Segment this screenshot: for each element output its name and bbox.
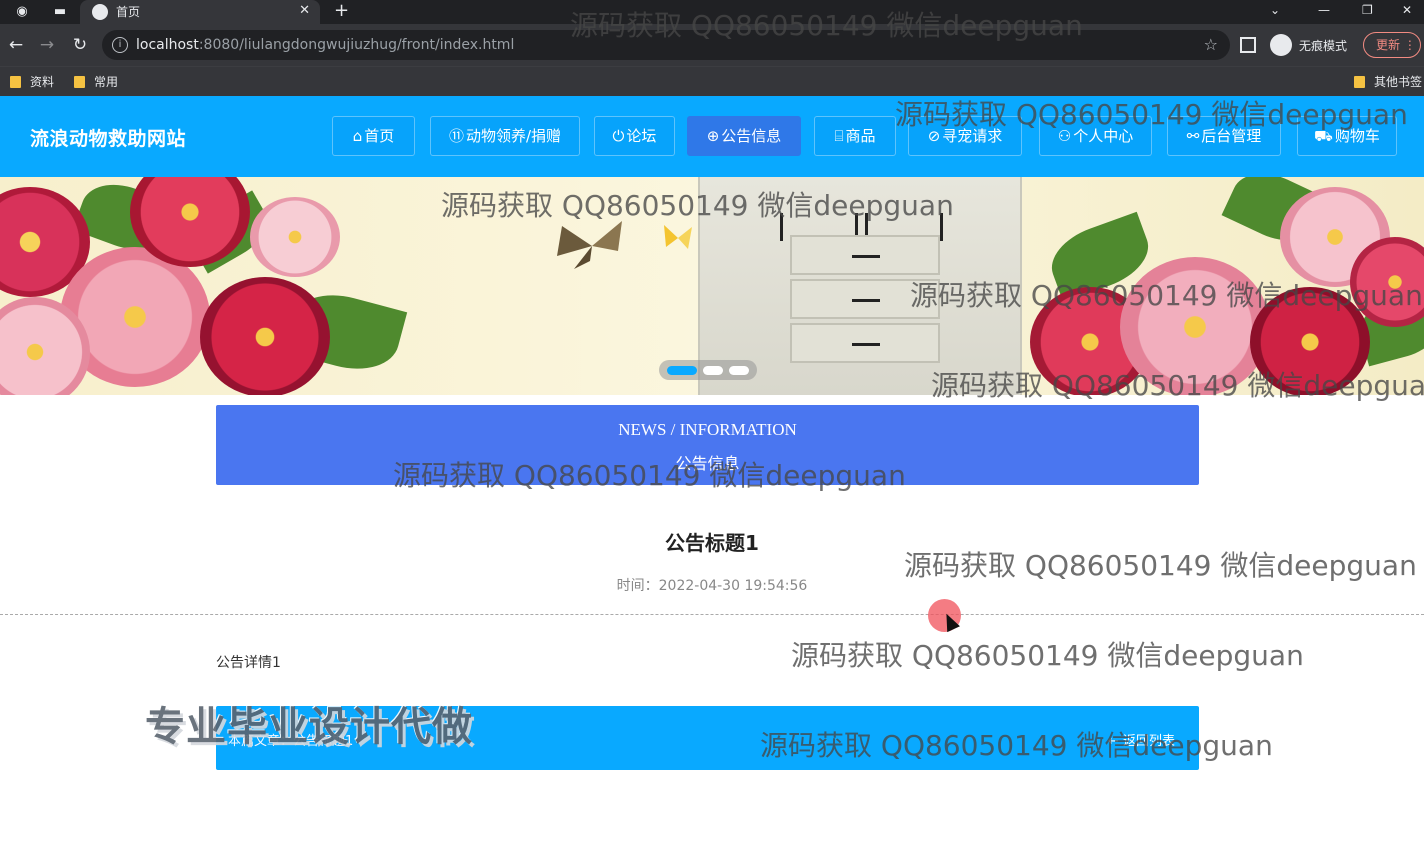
nav-admin[interactable]: ⚯ 后台管理: [1167, 116, 1281, 156]
section-heading-en: NEWS / INFORMATION: [618, 420, 797, 439]
power-icon: ⏻: [612, 127, 625, 145]
nav-adopt-donate[interactable]: ⑪ 动物领养/捐赠: [430, 116, 580, 156]
bookmark-star-icon[interactable]: ☆: [1204, 35, 1218, 54]
cabinet-drawer: [790, 323, 940, 363]
new-tab-button[interactable]: +: [334, 1, 349, 21]
update-button[interactable]: 更新 ⋮: [1363, 32, 1421, 58]
nav-personal-center[interactable]: ⚇ 个人中心: [1039, 116, 1152, 156]
notice-content: 公告详情1: [216, 655, 281, 671]
nav-forum[interactable]: ⏻ 论坛: [594, 116, 675, 156]
bookmarks-bar: 资料 常用 其他书签: [0, 66, 1424, 96]
home-icon: ⌂: [352, 127, 363, 145]
carousel-dot[interactable]: [729, 366, 749, 375]
site-info-icon[interactable]: i: [112, 37, 128, 53]
peony-flower: [250, 197, 340, 277]
section-heading-bar: NEWS / INFORMATION 公告信息: [216, 405, 1199, 485]
globe-icon: [92, 4, 108, 20]
paw-icon: ⑪: [448, 127, 464, 145]
book-icon: ⌸: [834, 127, 844, 145]
site-title: 流浪动物救助网站: [30, 128, 187, 150]
cabinet-handle: [940, 213, 943, 241]
other-bookmarks-folder[interactable]: 其他书签: [1352, 73, 1422, 91]
peony-flower: [1250, 287, 1370, 395]
browser-menu-icon[interactable]: ◉: [14, 4, 30, 20]
browser-tab-active[interactable]: 首页 ✕: [80, 0, 320, 24]
url-text: localhost:8080/liulangdongwujiuzhug/fron…: [136, 37, 515, 53]
user-icon: ⚇: [1057, 127, 1072, 145]
side-panel-icon[interactable]: [1240, 37, 1256, 53]
carousel-indicator: [659, 360, 757, 380]
nav-pet-search[interactable]: ⊘ 寻宠请求: [908, 116, 1022, 156]
tab-title: 首页: [116, 5, 141, 19]
nav-goods[interactable]: ⌸ 商品: [814, 116, 896, 156]
peony-flower: [200, 277, 330, 395]
address-bar[interactable]: i localhost:8080/liulangdongwujiuzhug/fr…: [102, 30, 1230, 60]
yellow-butterfly-image: [664, 225, 692, 249]
carousel-dot[interactable]: [703, 366, 723, 375]
site-header: 流浪动物救助网站 ⌂ 首页 ⑪ 动物领养/捐赠 ⏻ 论坛 ⊕ 公告信息 ⌸ 商品 ⊘ 寻宠请…: [0, 96, 1424, 177]
nav-home[interactable]: ⌂ 首页: [332, 116, 415, 156]
butterfly-image: [557, 221, 622, 269]
tab-search-icon[interactable]: ▬: [52, 4, 68, 20]
nav-cart[interactable]: ⛟ 购物车: [1297, 116, 1397, 156]
cabinet-drawer: [790, 235, 940, 275]
nav-notices[interactable]: ⊕ 公告信息: [687, 116, 801, 156]
incognito-profile[interactable]: 无痕模式: [1268, 31, 1354, 59]
reload-button[interactable]: ↻: [69, 34, 91, 56]
banner-carousel[interactable]: [0, 177, 1424, 395]
section-heading-cn: 公告信息: [675, 454, 740, 473]
bookmark-folder-changyong[interactable]: 常用: [72, 73, 118, 91]
carousel-dot-active[interactable]: [667, 366, 697, 375]
bookmark-folder-ziliao[interactable]: 资料: [8, 73, 54, 91]
notice-title: 公告标题1: [665, 531, 759, 555]
window-close-button[interactable]: ✕: [1402, 2, 1412, 18]
restore-button[interactable]: ❐: [1362, 2, 1373, 18]
tab-list-icon[interactable]: ⌄: [1270, 2, 1280, 18]
cabinet-handle: [780, 213, 783, 241]
browser-tab-strip: ◉ ▬ 首页 ✕ + ⌄ — ❐ ✕: [0, 0, 1424, 24]
divider: [0, 614, 1424, 615]
forward-button[interactable]: →: [36, 34, 58, 56]
profile-label: 无痕模式: [1299, 39, 1348, 53]
back-button[interactable]: ←: [5, 34, 27, 56]
promo-overlay-text: 专业毕业设计代做: [145, 704, 473, 750]
notice-time: 时间：2022-04-30 19:54:56: [616, 578, 808, 594]
close-tab-icon[interactable]: ✕: [299, 3, 310, 19]
browser-toolbar: ← → ↻ i localhost:8080/liulangdongwujiuz…: [0, 24, 1424, 66]
link-icon: ⚯: [1186, 127, 1200, 145]
cart-icon: ⛟: [1314, 127, 1333, 145]
back-to-list-button[interactable]: ← 返回列表: [1108, 730, 1175, 749]
globe-icon: ⊕: [706, 127, 720, 145]
peony-flower: [1120, 257, 1270, 395]
cabinet-drawer: [790, 279, 940, 319]
minimize-button[interactable]: —: [1318, 2, 1330, 18]
watermark-text: 源码获取 QQ86050149 微信deepguan: [791, 639, 1304, 672]
incognito-icon: [1270, 34, 1292, 56]
tag-icon: ⊘: [927, 127, 941, 145]
